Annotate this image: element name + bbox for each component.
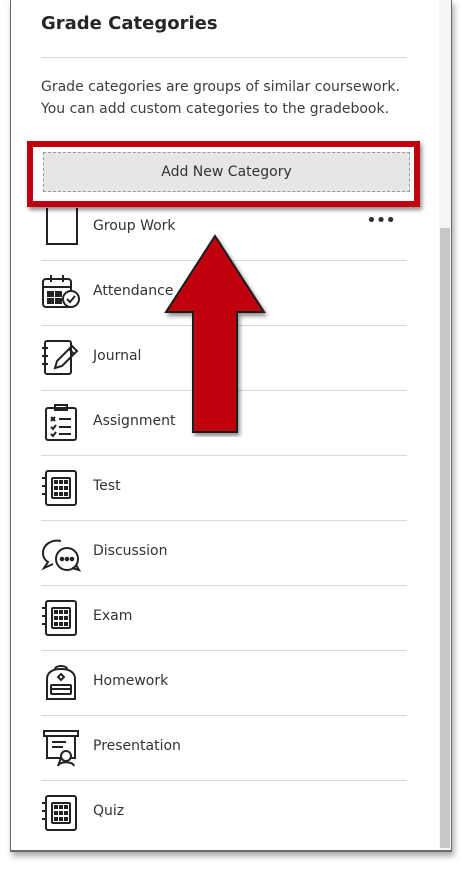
journal-pen-icon <box>41 338 81 378</box>
calculator-icon <box>41 598 81 638</box>
category-label: Quiz <box>93 803 125 819</box>
chat-bubbles-icon <box>41 533 82 573</box>
category-item-exam[interactable]: Exam <box>41 586 407 651</box>
category-label: Homework <box>93 673 169 689</box>
panel-description: Grade categories are groups of similar c… <box>41 79 400 117</box>
category-item-discussion[interactable]: Discussion <box>41 521 407 586</box>
backpack-icon <box>41 663 81 703</box>
divider <box>41 57 407 58</box>
category-label: Discussion <box>93 543 168 559</box>
calculator-icon <box>41 468 81 508</box>
category-label: Exam <box>93 608 133 624</box>
category-item-presentation[interactable]: Presentation <box>41 716 407 781</box>
up-arrow-icon <box>164 234 266 433</box>
calculator-icon <box>41 793 81 833</box>
panel-title: Grade Categories <box>41 13 218 34</box>
category-label: Test <box>93 478 121 494</box>
presentation-board-icon <box>41 728 81 768</box>
checklist-icon <box>41 403 81 443</box>
more-options-icon[interactable]: ••• <box>366 210 396 231</box>
category-label: Presentation <box>93 738 181 754</box>
category-item-test[interactable]: Test <box>41 456 407 521</box>
scrollbar-thumb[interactable] <box>440 228 450 848</box>
scrollbar-track[interactable] <box>439 0 451 850</box>
document-icon <box>41 208 81 248</box>
calendar-check-icon <box>41 273 81 313</box>
category-label: Journal <box>93 348 142 364</box>
highlight-box <box>27 141 420 207</box>
category-item-quiz[interactable]: Quiz <box>41 781 407 846</box>
category-item-homework[interactable]: Homework <box>41 651 407 716</box>
